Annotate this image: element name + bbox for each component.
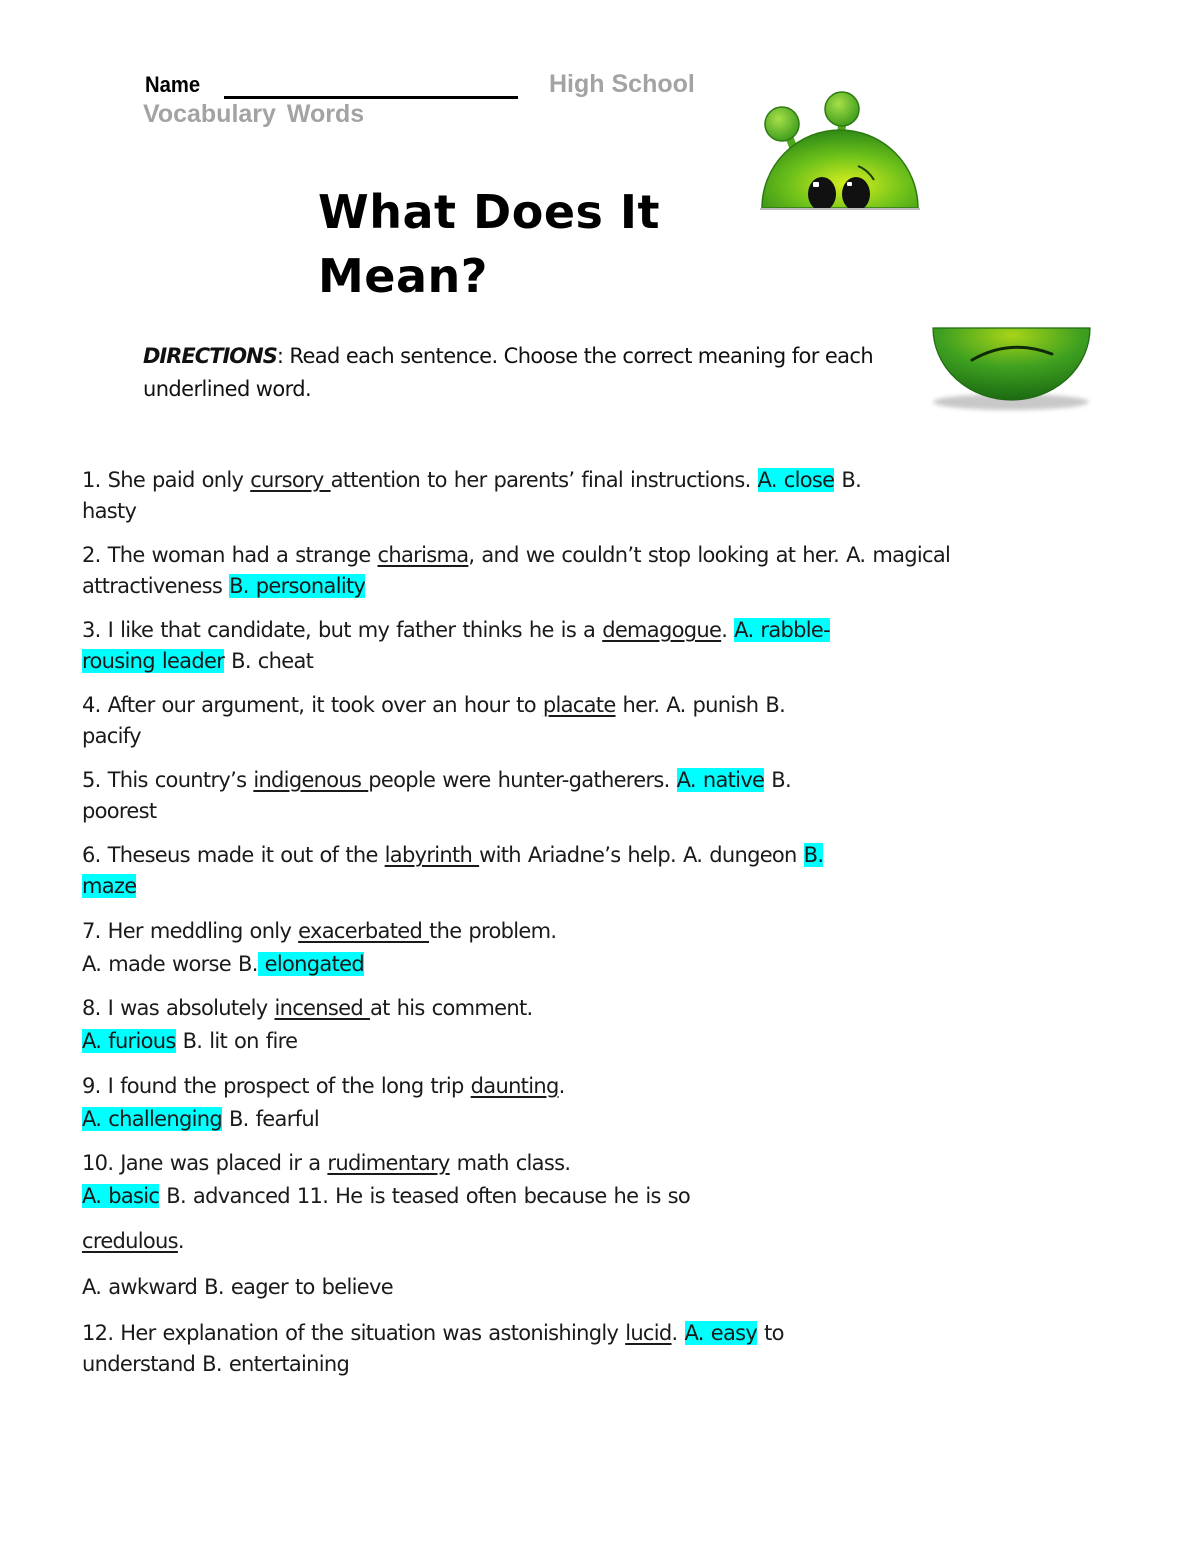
question-8: 8. I was absolutely incensed at his comm… xyxy=(82,992,1082,1058)
question-text: with Ariadne’s help. A. dungeon xyxy=(479,843,804,867)
question-text: 2. The woman had a strange xyxy=(82,543,378,567)
question-text: 9. I found the prospect of the long trip xyxy=(82,1074,471,1098)
question-6: 6. Theseus made it out of the labyrinth … xyxy=(82,840,1082,902)
question-text: 4. After our argument, it took over an h… xyxy=(82,693,543,717)
vocab-word: incensed xyxy=(274,996,370,1020)
answer-option[interactable]: B. lit on fire xyxy=(176,1029,298,1053)
page-title: What Does It Mean? xyxy=(318,180,660,308)
alien-peeking-icon xyxy=(760,91,920,210)
question-10: 10. Jane was placed ir a rudimentary mat… xyxy=(82,1147,1082,1213)
answer-option[interactable]: understand B. entertaining xyxy=(82,1352,350,1376)
question-text: 6. Theseus made it out of the xyxy=(82,843,385,867)
vocab-word: credulous xyxy=(82,1229,179,1253)
vocab-word: charisma xyxy=(377,543,470,567)
answer-option[interactable]: pacify xyxy=(82,724,142,748)
question-5: 5. This country’s indigenous people were… xyxy=(82,765,1082,827)
question-text: 12. Her explanation of the situation was… xyxy=(82,1321,626,1345)
question-text: , and we couldn’t stop looking at her. A… xyxy=(468,543,951,567)
highlighted-answer[interactable]: B. xyxy=(803,843,824,867)
question-text: . xyxy=(177,1229,185,1253)
vocab-word: placate xyxy=(542,693,616,717)
question-3: 3. I like that candidate, but my father … xyxy=(82,615,1082,677)
question-text: math class. xyxy=(449,1151,571,1175)
vocab-word: cursory xyxy=(250,468,331,492)
question-4: 4. After our argument, it took over an h… xyxy=(82,690,1082,752)
vocab-word: indigenous xyxy=(253,768,369,792)
highlighted-answer[interactable]: A. furious xyxy=(82,1029,176,1053)
question-text: . xyxy=(721,618,735,642)
answer-option[interactable]: to xyxy=(757,1321,784,1345)
question-2: 2. The woman had a strange charisma, and… xyxy=(82,540,1142,602)
vocab-word: exacerbated xyxy=(298,919,430,943)
vocab-word: daunting xyxy=(470,1074,560,1098)
vocab-word: lucid xyxy=(625,1321,672,1345)
highlighted-answer[interactable]: A. easy xyxy=(684,1321,758,1345)
question-text: at his comment. xyxy=(369,996,533,1020)
answer-option[interactable]: B. cheat xyxy=(224,649,314,673)
highlighted-answer[interactable]: A. basic xyxy=(82,1184,160,1208)
answer-option[interactable]: B. fearful xyxy=(222,1107,320,1131)
answer-option[interactable]: B. xyxy=(834,468,861,492)
question-11: credulous. xyxy=(82,1226,1082,1257)
question-text: 1. She paid only xyxy=(82,468,251,492)
answer-option[interactable]: A. made worse B. xyxy=(82,952,258,976)
highlighted-answer[interactable]: rousing leader xyxy=(82,649,225,673)
question-text: . xyxy=(558,1074,566,1098)
directions-label: DIRECTIONS xyxy=(143,344,278,368)
highlighted-answer[interactable]: A. native xyxy=(676,768,765,792)
answer-option[interactable]: hasty xyxy=(82,499,137,523)
answer-option[interactable]: poorest xyxy=(82,799,157,823)
question-9: 9. I found the prospect of the long trip… xyxy=(82,1070,1082,1136)
name-blank-line[interactable] xyxy=(224,96,518,99)
highlighted-answer[interactable]: B. personality xyxy=(229,574,366,598)
question-text: 8. I was absolutely xyxy=(82,996,275,1020)
school-label: High School xyxy=(549,70,695,98)
question-7: 7. Her meddling only exacerbated the pro… xyxy=(82,915,1082,981)
question-text: 5. This country’s xyxy=(82,768,254,792)
highlighted-answer[interactable]: A. close xyxy=(757,468,835,492)
vocab-word: labyrinth xyxy=(384,843,480,867)
title-line-2: Mean? xyxy=(318,249,488,303)
subject-label: Vocabulary Words xyxy=(143,100,365,128)
highlighted-answer[interactable]: elongated xyxy=(257,952,365,976)
question-text: 7. Her meddling only xyxy=(82,919,299,943)
title-line-1: What Does It xyxy=(318,185,661,239)
answer-option[interactable]: attractiveness xyxy=(82,574,229,598)
vocab-word: demagogue xyxy=(602,618,722,642)
question-12: 12. Her explanation of the situation was… xyxy=(82,1318,1082,1380)
highlighted-answer[interactable]: A. challenging xyxy=(82,1107,223,1131)
question-1: 1. She paid only cursory attention to he… xyxy=(82,465,1082,527)
highlighted-answer[interactable]: A. rabble- xyxy=(734,618,831,642)
answer-option[interactable]: B. advanced 11. He is teased often becau… xyxy=(159,1184,691,1208)
question-text: people were hunter-gatherers. xyxy=(368,768,677,792)
question-text: her. A. punish B. xyxy=(615,693,786,717)
directions: DIRECTIONS: Read each sentence. Choose t… xyxy=(143,340,903,406)
question-text: the problem. xyxy=(429,919,557,943)
answer-option[interactable]: A. awkward B. eager to believe xyxy=(82,1275,394,1299)
answer-option[interactable]: B. xyxy=(764,768,791,792)
question-text: 3. I like that candidate, but my father … xyxy=(82,618,603,642)
question-11-options: A. awkward B. eager to believe xyxy=(82,1272,1082,1303)
name-label: Name xyxy=(145,72,201,97)
vocab-word: rudimentary xyxy=(327,1151,450,1175)
alien-frown-icon xyxy=(932,327,1091,410)
question-text: attention to her parents’ final instruct… xyxy=(330,468,758,492)
highlighted-answer[interactable]: maze xyxy=(82,874,137,898)
question-text: 10. Jane was placed ir a xyxy=(82,1151,328,1175)
question-text: . xyxy=(671,1321,685,1345)
